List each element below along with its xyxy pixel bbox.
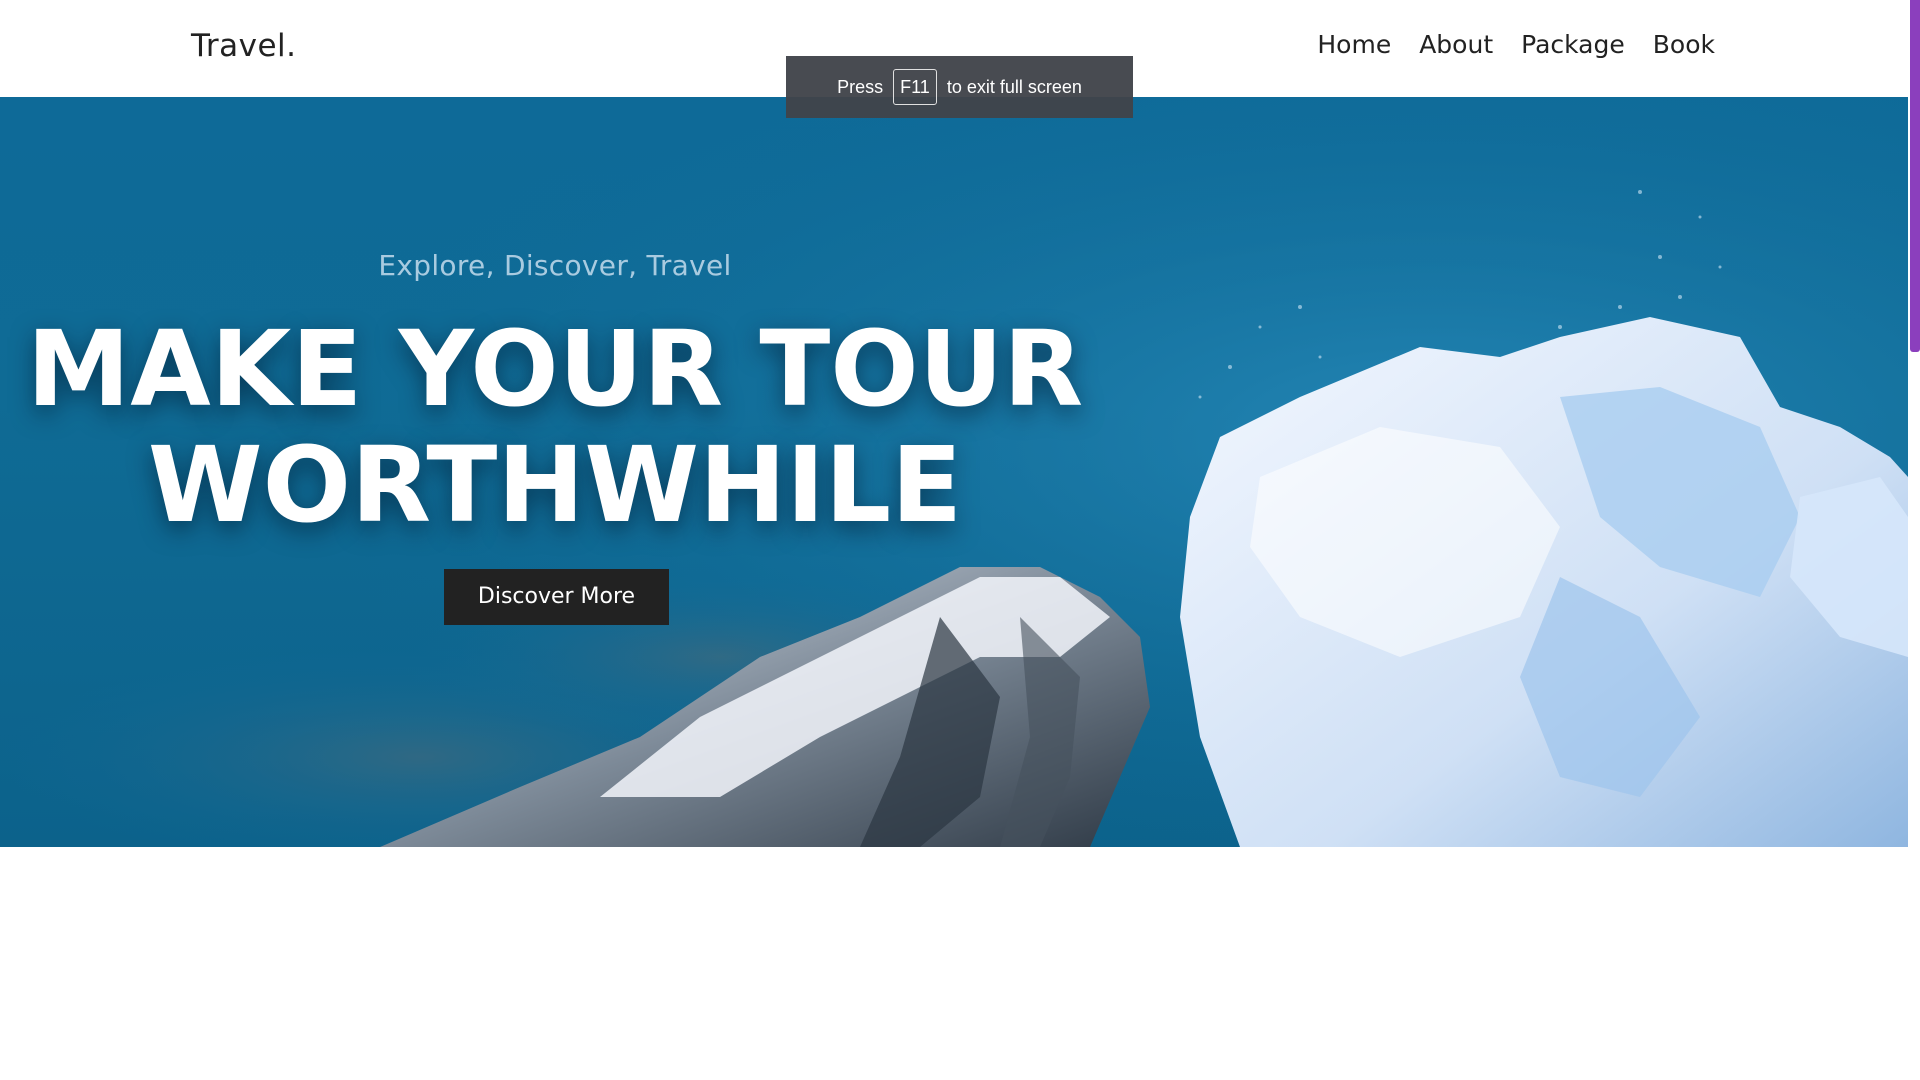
toast-suffix-text: to exit full screen: [946, 76, 1082, 97]
hero-tagline: Explore, Discover, Travel: [378, 249, 732, 282]
site-logo[interactable]: Travel.: [191, 28, 297, 64]
page: Travel. Home About Package Book Press F1…: [0, 0, 1920, 1080]
scrollbar-thumb[interactable]: [1910, 0, 1920, 352]
toast-prefix-text: Press: [837, 76, 884, 97]
nav-link-book[interactable]: Book: [1653, 30, 1715, 59]
nav-link-about[interactable]: About: [1419, 30, 1493, 59]
nav-link-package[interactable]: Package: [1521, 30, 1625, 59]
discover-more-button[interactable]: Discover More: [444, 569, 669, 625]
main-nav: Home About Package Book: [1317, 30, 1715, 59]
hero-section: Explore, Discover, Travel MAKE YOUR TOUR…: [0, 97, 1908, 847]
hero-headline-line-1: MAKE YOUR TOUR: [26, 308, 1084, 430]
hero-headline-line-2: WORTHWHILE: [147, 424, 963, 546]
hero-content: Explore, Discover, Travel MAKE YOUR TOUR…: [0, 97, 1110, 847]
toast-key-f11: F11: [893, 69, 937, 105]
hero-headline: MAKE YOUR TOUR WORTHWHILE: [0, 311, 1110, 543]
nav-link-home[interactable]: Home: [1317, 30, 1391, 59]
fullscreen-exit-toast: Press F11 to exit full screen: [786, 56, 1133, 118]
page-scrollbar[interactable]: [1908, 0, 1920, 1080]
